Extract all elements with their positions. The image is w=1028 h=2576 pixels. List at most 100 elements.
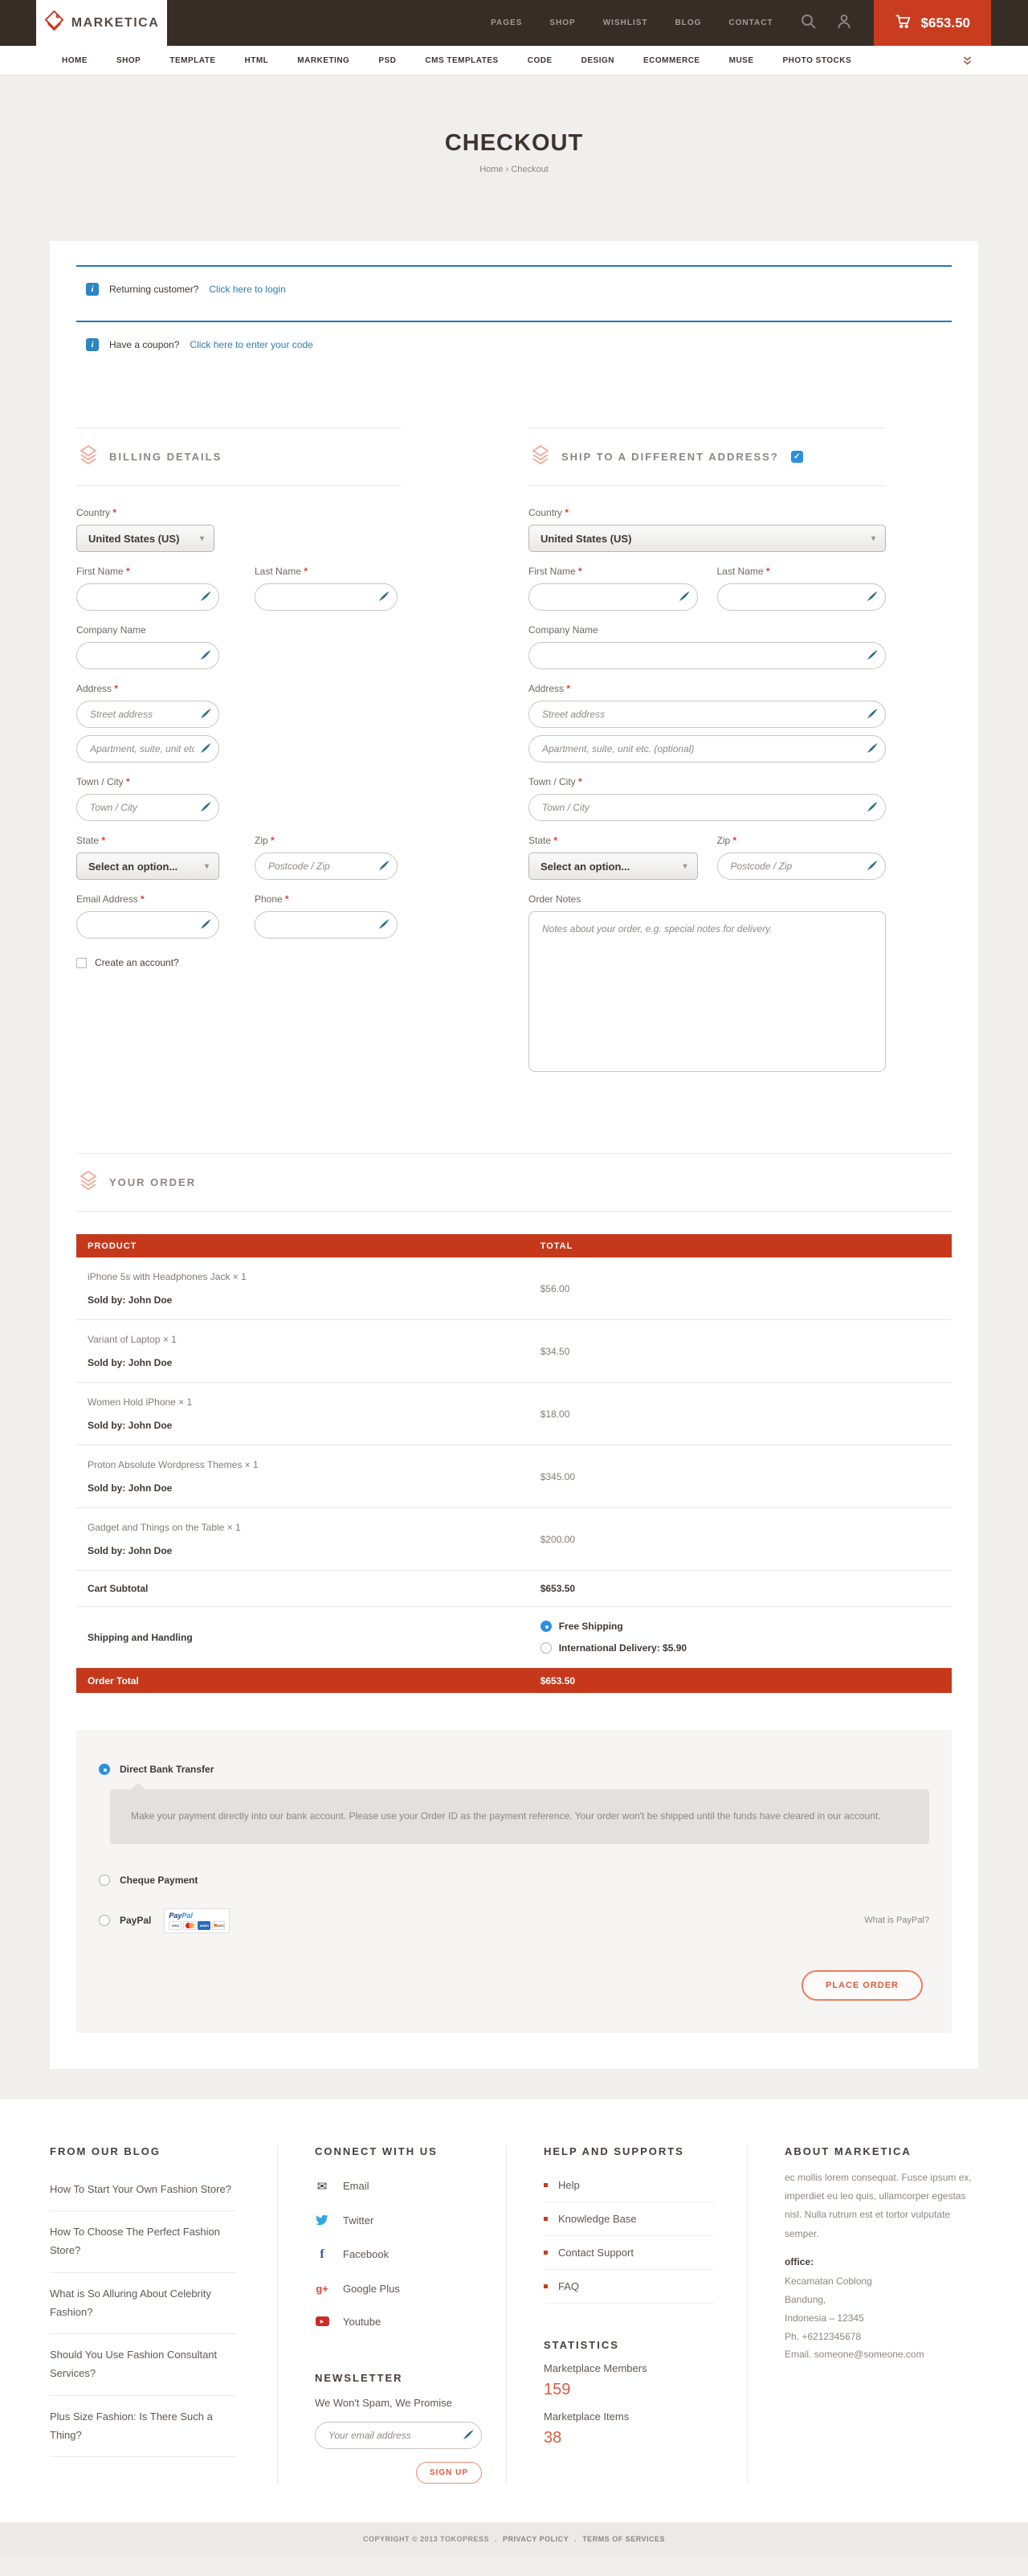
breadcrumb-home[interactable]: Home <box>479 165 503 174</box>
help-link-item: FAQ <box>544 2270 714 2304</box>
billing-town-input[interactable] <box>76 794 219 821</box>
google-plus-link[interactable]: Google Plus <box>343 2283 400 2295</box>
help-heading: HELP AND SUPPORTS <box>544 2145 747 2157</box>
shipping-country-select[interactable]: United States (US) ▾ <box>528 525 886 552</box>
billing-zip-input[interactable] <box>255 853 398 880</box>
create-account-option[interactable]: Create an account? <box>76 957 398 968</box>
header-nav-pages[interactable]: PAGES <box>491 18 522 27</box>
nav-shop[interactable]: SHOP <box>116 56 141 65</box>
nav-ecommerce[interactable]: ECOMMERCE <box>643 56 700 65</box>
facebook-link[interactable]: Facebook <box>343 2248 389 2260</box>
free-shipping-option[interactable]: Free Shipping <box>541 1621 952 1632</box>
nav-psd[interactable]: PSD <box>378 56 396 65</box>
more-categories-chevron-icon[interactable] <box>963 56 972 65</box>
blog-link[interactable]: How To Start Your Own Fashion Store? <box>50 2183 231 2195</box>
billing-country-field: Country * United States (US) ▾ <box>76 507 219 552</box>
blog-link[interactable]: What is So Alluring About Celebrity Fash… <box>50 2288 211 2318</box>
international-delivery-option[interactable]: International Delivery: $5.90 <box>541 1642 952 1654</box>
office-line: Indonesia – 12345 <box>785 2309 978 2328</box>
newsletter-note: We Won't Spam, We Promise <box>315 2397 482 2409</box>
shipping-company-input[interactable] <box>528 642 886 669</box>
shipping-state-select[interactable]: Select an option... ▾ <box>528 853 698 880</box>
subtotal-label: Cart Subtotal <box>76 1583 541 1594</box>
billing-apartment-input[interactable] <box>76 735 219 763</box>
twitter-link[interactable]: Twitter <box>343 2214 373 2226</box>
help-link[interactable]: FAQ <box>558 2280 579 2292</box>
help-link[interactable]: Knowledge Base <box>558 2213 637 2225</box>
newsletter-email-input[interactable] <box>315 2422 482 2449</box>
shipping-last-name-input[interactable] <box>717 583 887 611</box>
required-asterisk: * <box>126 566 130 577</box>
header-nav-shop[interactable]: SHOP <box>549 18 575 27</box>
shipping-last-name-field: Last Name * <box>717 566 887 611</box>
email-link[interactable]: Email <box>343 2180 369 2192</box>
help-link[interactable]: Help <box>558 2179 580 2191</box>
billing-street-input[interactable] <box>76 701 219 728</box>
order-notes-input[interactable] <box>528 911 886 1072</box>
nav-photo-stocks[interactable]: PHOTO STOCKS <box>783 56 852 65</box>
billing-last-name-input[interactable] <box>255 583 398 611</box>
amex-card-icon: AMEX <box>198 1921 210 1930</box>
blog-link[interactable]: Plus Size Fashion: Is There Such a Thing… <box>50 2410 213 2441</box>
billing-first-name-input[interactable] <box>76 583 219 611</box>
sign-up-button[interactable]: SIGN UP <box>416 2462 482 2484</box>
bank-transfer-option[interactable]: Direct Bank Transfer <box>99 1764 929 1775</box>
header-nav-blog[interactable]: BLOG <box>675 18 702 27</box>
shipping-street-input[interactable] <box>528 701 886 728</box>
nav-code[interactable]: CODE <box>528 56 553 65</box>
shipping-company-field: Company Name <box>528 624 886 669</box>
privacy-policy-link[interactable]: PRIVACY POLICY <box>503 2535 569 2543</box>
order-table: PRODUCT TOTAL iPhone 5s with Headphones … <box>76 1234 952 1693</box>
account-icon[interactable] <box>837 14 851 33</box>
nav-home[interactable]: HOME <box>62 56 88 65</box>
nav-muse[interactable]: MUSE <box>729 56 754 65</box>
place-order-button[interactable]: PLACE ORDER <box>802 1970 923 2001</box>
cheque-payment-option[interactable]: Cheque Payment <box>99 1875 929 1886</box>
nav-template[interactable]: TEMPLATE <box>169 56 215 65</box>
ship-different-checkbox[interactable]: ✓ <box>791 451 803 463</box>
radio-selected[interactable] <box>99 1764 110 1775</box>
help-link-item: Contact Support <box>544 2236 714 2270</box>
radio-selected[interactable] <box>541 1621 552 1632</box>
shipping-town-input[interactable] <box>528 794 886 821</box>
social-item: ✉ Email <box>315 2169 506 2204</box>
billing-phone-input[interactable] <box>255 911 398 938</box>
youtube-link[interactable]: Youtube <box>343 2316 381 2328</box>
bank-transfer-description: Make your payment directly into our bank… <box>110 1789 929 1844</box>
selected-value: United States (US) <box>541 533 631 545</box>
page-title: CHECKOUT <box>0 76 1028 157</box>
nav-marketing[interactable]: MARKETING <box>297 56 349 65</box>
what-is-paypal-link[interactable]: What is PayPal? <box>864 1916 929 1925</box>
radio-unselected[interactable] <box>541 1642 552 1654</box>
copyright-bar: COPYRIGHT © 2013 TOKOPRESS . PRIVACY POL… <box>0 2522 1028 2557</box>
billing-email-input[interactable] <box>76 911 219 938</box>
blog-link-item: How To Start Your Own Fashion Store? <box>50 2169 236 2212</box>
nav-design[interactable]: DESIGN <box>581 56 614 65</box>
terms-link[interactable]: TERMS OF SERVICES <box>582 2535 665 2543</box>
youtube-icon: ▶ <box>315 2316 329 2326</box>
blog-link[interactable]: Should You Use Fashion Consultant Servic… <box>50 2349 217 2379</box>
shipping-apartment-input[interactable] <box>528 735 886 763</box>
blog-link[interactable]: How To Choose The Perfect Fashion Store? <box>50 2226 220 2256</box>
login-link[interactable]: Click here to login <box>209 284 285 295</box>
billing-state-select[interactable]: Select an option... ▾ <box>76 853 219 880</box>
billing-company-input[interactable] <box>76 642 219 669</box>
stat-value: 159 <box>544 2381 747 2399</box>
coupon-link[interactable]: Click here to enter your code <box>190 339 312 350</box>
create-account-checkbox[interactable] <box>76 958 87 968</box>
help-link[interactable]: Contact Support <box>558 2247 634 2259</box>
shipping-zip-input[interactable] <box>717 853 887 880</box>
billing-country-select[interactable]: United States (US) ▾ <box>76 525 214 552</box>
field-label: Zip * <box>255 835 398 846</box>
shipping-first-name-input[interactable] <box>528 583 698 611</box>
paypal-radio[interactable] <box>99 1915 110 1926</box>
nav-cms-templates[interactable]: CMS TEMPLATES <box>425 56 498 65</box>
office-line: Email. someone@someone.com <box>785 2345 978 2364</box>
header-nav-contact[interactable]: CONTACT <box>728 18 773 27</box>
nav-html[interactable]: HTML <box>245 56 269 65</box>
cart-button[interactable]: $653.50 <box>874 0 991 46</box>
radio-unselected[interactable] <box>99 1875 110 1886</box>
brand-logo[interactable]: MARKETICA <box>36 0 167 46</box>
search-icon[interactable] <box>801 14 816 33</box>
header-nav-wishlist[interactable]: WISHLIST <box>603 18 648 27</box>
